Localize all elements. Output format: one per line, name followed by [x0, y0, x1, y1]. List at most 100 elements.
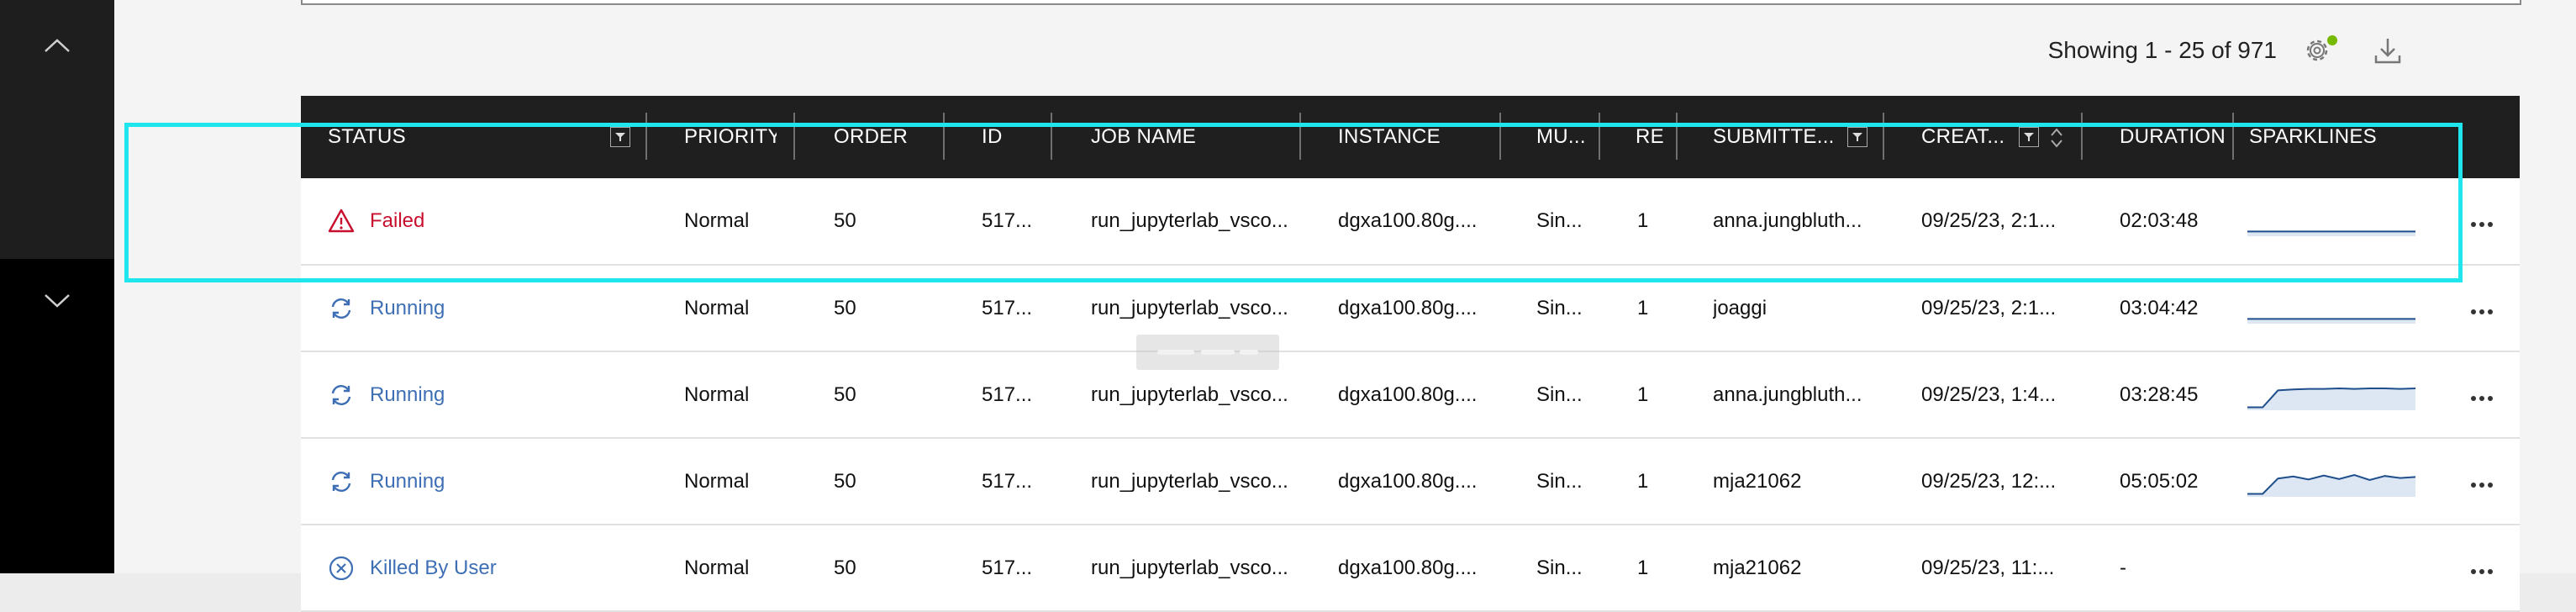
cell-replicas: 1 [1637, 469, 1649, 493]
column-header-order[interactable]: ORDER [834, 96, 951, 178]
warning-icon [328, 208, 355, 235]
cell-submitter: mja21062 [1713, 556, 1802, 579]
column-header-multi[interactable]: MU... [1536, 96, 1595, 178]
column-divider[interactable] [1051, 113, 1052, 160]
cell-order: 50 [834, 382, 856, 406]
row-actions-button[interactable] [2468, 352, 2496, 437]
column-header-created[interactable]: CREAT... [1921, 96, 2031, 178]
column-header-sparklines[interactable]: SPARKLINES [2249, 96, 2417, 178]
filter-icon [1852, 133, 1862, 141]
column-divider[interactable] [1299, 113, 1301, 160]
column-header-instance[interactable]: INSTANCE [1338, 96, 1523, 178]
cell-submitter: mja21062 [1713, 469, 1802, 493]
filter-icon [615, 133, 625, 141]
sparkline-area [2247, 474, 2415, 497]
cell-duration: - [2120, 556, 2126, 579]
submitter-filter-button[interactable] [1847, 127, 1867, 147]
drag-ghost-preview [1157, 350, 1258, 355]
table-row[interactable]: Running Normal 50 517... run_jupyterlab_vsco… [301, 439, 2520, 525]
table-row[interactable]: Running Normal 50 517... run_jupyterlab_vsco… [301, 266, 2520, 352]
cell-status: Running [328, 352, 605, 437]
column-divider[interactable] [943, 113, 945, 160]
cell-duration: 03:04:42 [2120, 296, 2199, 319]
row-actions-button[interactable] [2468, 178, 2496, 264]
sparkline-chart [2247, 473, 2415, 497]
column-header-status[interactable]: STATUS [328, 96, 580, 178]
table-header: STATUS PRIORITY ORDER ID JOB NAME INSTAN… [301, 96, 2520, 178]
table-row[interactable]: Killed By User Normal 50 517... run_jupyterl… [301, 525, 2520, 612]
cell-order: 50 [834, 296, 856, 319]
cell-priority: Normal [684, 382, 750, 406]
column-header-job-name[interactable]: JOB NAME [1091, 96, 1293, 178]
drag-ghost [1136, 335, 1279, 370]
cell-instance: dgxa100.80g.... [1338, 209, 1478, 232]
cell-created: 09/25/23, 11:... [1921, 556, 2055, 579]
chevron-up-icon [45, 39, 70, 52]
row-actions-button[interactable] [2468, 525, 2496, 610]
cell-duration: 03:28:45 [2120, 382, 2199, 406]
top-panel-edge [301, 0, 2521, 5]
column-divider[interactable] [1499, 113, 1501, 160]
scroll-up-button[interactable] [0, 12, 114, 79]
column-divider[interactable] [645, 113, 647, 160]
more-horizontal-icon [2469, 297, 2494, 320]
column-divider[interactable] [1676, 113, 1678, 160]
cell-status: Running [328, 439, 605, 524]
cell-multi: Sin... [1536, 469, 1583, 493]
column-header-duration[interactable]: DURATION [2120, 96, 2229, 178]
cell-priority: Normal [684, 556, 750, 579]
cell-created: 09/25/23, 12:... [1921, 469, 2057, 493]
cell-instance: dgxa100.80g.... [1338, 469, 1478, 493]
scroll-down-button[interactable] [0, 267, 114, 335]
cell-sparkline [2247, 439, 2415, 524]
status-label: Running [370, 469, 445, 493]
cell-replicas: 1 [1637, 209, 1649, 232]
more-horizontal-icon [2469, 470, 2494, 493]
sparkline-area [2247, 388, 2415, 410]
created-filter-button[interactable] [2019, 127, 2039, 147]
cell-sparkline [2247, 352, 2415, 437]
cell-sparkline [2247, 178, 2415, 264]
cell-job-name: run_jupyterlab_vsco... [1091, 556, 1288, 579]
column-header-id[interactable]: ID [982, 96, 1066, 178]
column-divider[interactable] [1883, 113, 1884, 160]
cell-replicas: 1 [1637, 556, 1649, 579]
column-divider[interactable] [793, 113, 795, 160]
cell-priority: Normal [684, 469, 750, 493]
cell-replicas: 1 [1637, 382, 1649, 406]
cell-job-name: run_jupyterlab_vsco... [1091, 209, 1288, 232]
column-divider[interactable] [2081, 113, 2083, 160]
cell-id: 517... [982, 469, 1033, 493]
status-label: Running [370, 382, 445, 406]
cell-replicas: 1 [1637, 296, 1649, 319]
row-actions-button[interactable] [2468, 439, 2496, 524]
cell-submitter: joaggi [1713, 296, 1767, 319]
download-button[interactable] [2371, 34, 2405, 67]
cell-instance: dgxa100.80g.... [1338, 382, 1478, 406]
notification-dot [2327, 35, 2337, 45]
cell-multi: Sin... [1536, 209, 1583, 232]
cell-instance: dgxa100.80g.... [1338, 556, 1478, 579]
cell-multi: Sin... [1536, 382, 1583, 406]
column-divider[interactable] [2232, 113, 2234, 160]
cell-submitter: anna.jungbluth... [1713, 382, 1862, 406]
status-label: Running [370, 296, 445, 319]
sort-icon[interactable] [2049, 126, 2064, 150]
filter-icon [2024, 133, 2034, 141]
column-header-replicas[interactable]: RE [1636, 96, 1686, 178]
table-row[interactable]: Failed Normal 50 517... run_jupyterlab_vsco.… [301, 178, 2520, 266]
status-label: Killed By User [370, 556, 497, 579]
cell-id: 517... [982, 296, 1033, 319]
table-row[interactable]: Running Normal 50 517... run_jupyterlab_vsco… [301, 352, 2520, 439]
more-horizontal-icon [2469, 383, 2494, 407]
row-actions-button[interactable] [2468, 266, 2496, 351]
cell-multi: Sin... [1536, 296, 1583, 319]
sparkline-chart [2247, 230, 2415, 236]
column-header-priority[interactable]: PRIORITY [684, 96, 777, 178]
status-filter-button[interactable] [610, 127, 630, 147]
cell-job-name: run_jupyterlab_vsco... [1091, 469, 1288, 493]
cancel-circle-icon [328, 555, 355, 582]
column-divider[interactable] [1599, 113, 1600, 160]
cell-multi: Sin... [1536, 556, 1583, 579]
cell-sparkline [2247, 266, 2415, 351]
